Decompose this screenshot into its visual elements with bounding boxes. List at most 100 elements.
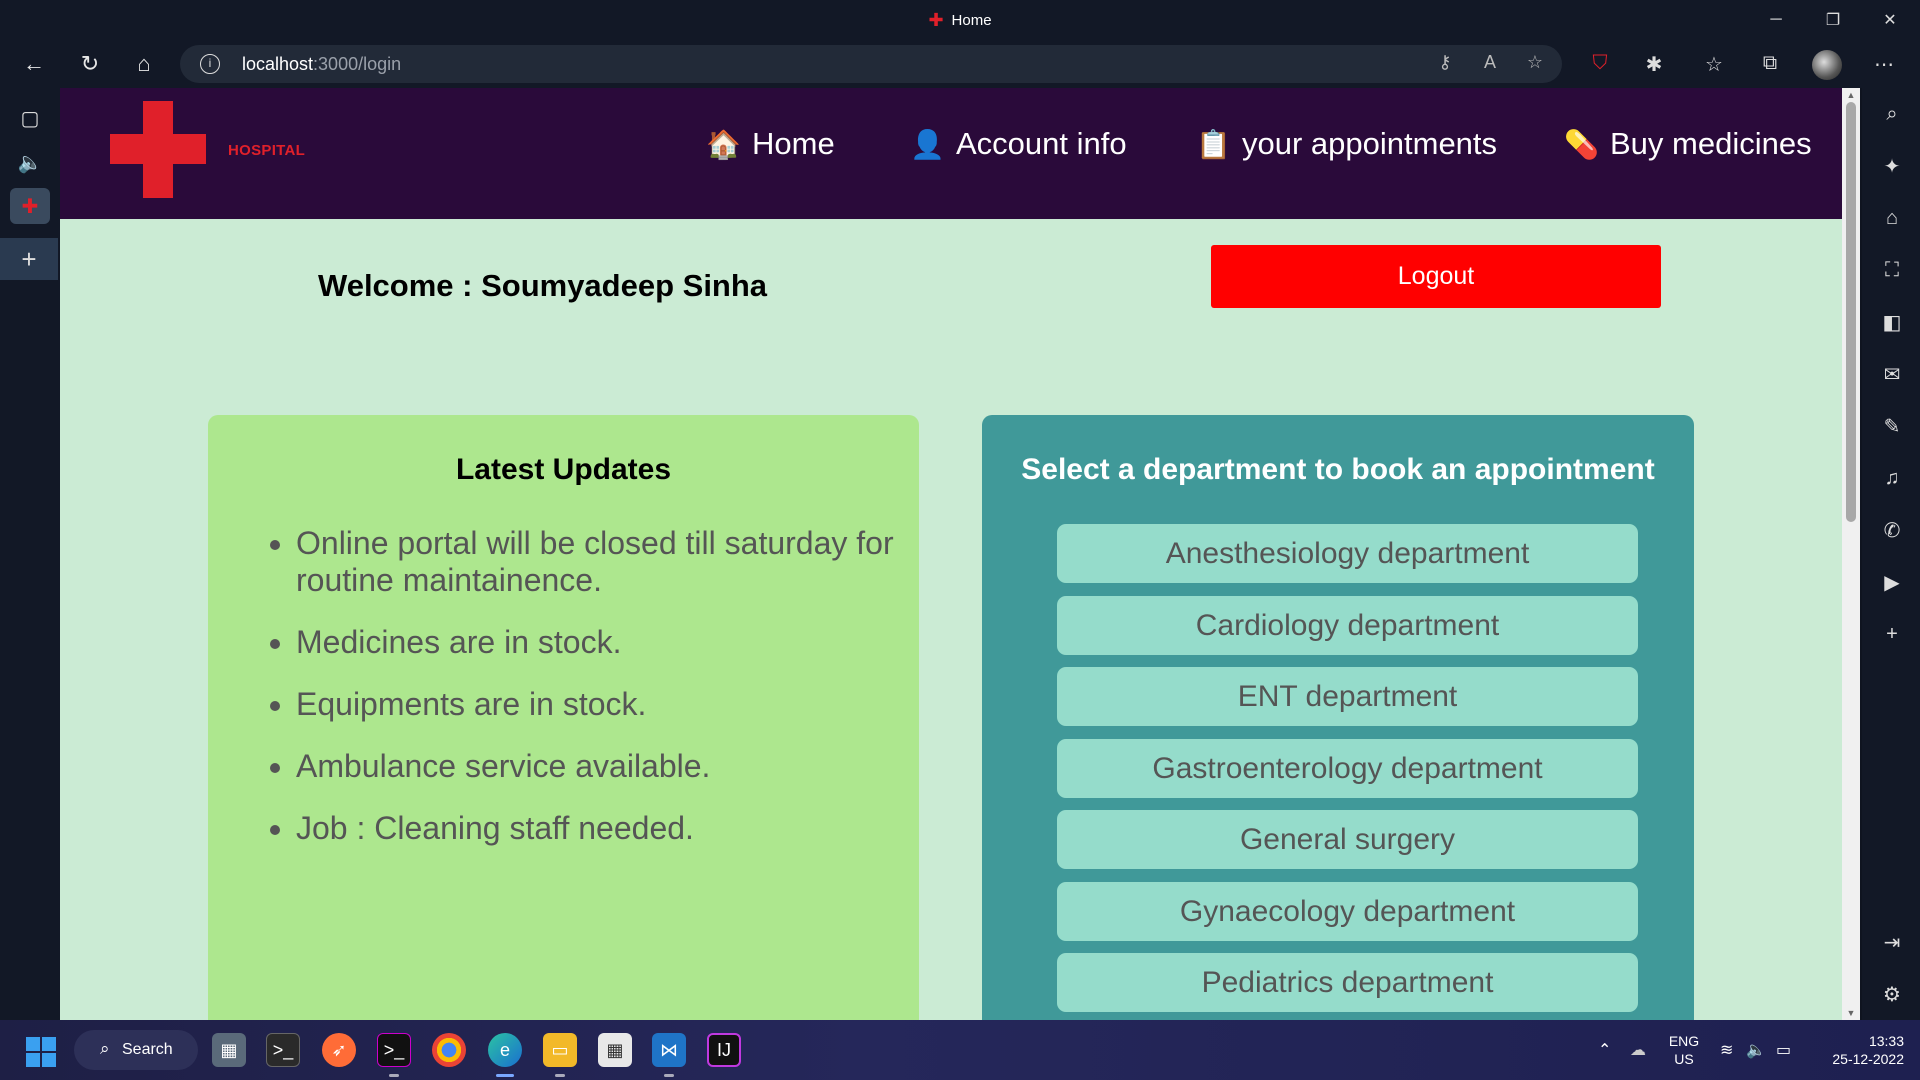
dept-gastroenterology-button[interactable]: Gastroenterology department (1057, 739, 1638, 798)
close-window-button[interactable]: ✕ (1862, 0, 1918, 40)
updates-heading: Latest Updates (455, 453, 672, 486)
calculator-app-icon[interactable]: ▦ (212, 1033, 246, 1067)
hide-sidebar-icon[interactable]: ⇥ (1876, 926, 1908, 958)
cloud-drive-icon[interactable]: ☁ (1630, 1040, 1646, 1060)
site-info-icon[interactable]: i (200, 54, 220, 74)
volume-icon[interactable]: 🔈 (1746, 1040, 1766, 1060)
speaker-icon[interactable]: 🔈 (10, 144, 50, 180)
running-indicator (555, 1074, 565, 1077)
dept-pediatrics-button[interactable]: Pediatrics department (1057, 953, 1638, 1012)
update-item: Equipments are in stock. (296, 686, 896, 723)
tools-icon[interactable]: ⛶ (1876, 254, 1908, 286)
key-icon[interactable]: ⚷ (1432, 52, 1458, 76)
add-favorite-icon[interactable]: ☆ (1522, 52, 1548, 76)
window-title: ✚ Home (0, 10, 1920, 31)
read-aloud-icon[interactable]: A (1477, 52, 1503, 76)
scrollbar-thumb[interactable] (1846, 102, 1856, 522)
url-text[interactable]: localhost:3000/login (242, 54, 401, 75)
tab-actions-icon[interactable]: ▢ (10, 100, 50, 136)
house-icon: 🏠 (706, 128, 741, 160)
minimize-button[interactable]: ─ (1748, 0, 1804, 40)
file-explorer-icon[interactable]: ▭ (543, 1033, 577, 1067)
microsoft-store-icon[interactable]: ▦ (598, 1033, 632, 1067)
whatsapp-icon[interactable]: ✆ (1876, 514, 1908, 546)
scroll-down-arrow-icon[interactable]: ▼ (1842, 1006, 1860, 1020)
profile-avatar[interactable] (1812, 50, 1842, 80)
clock[interactable]: 13:33 25-12-2022 (1812, 1032, 1904, 1068)
add-sidebar-app-icon[interactable]: + (1876, 618, 1908, 650)
youtube-icon[interactable]: ▶ (1876, 566, 1908, 598)
dept-cardiology-button[interactable]: Cardiology department (1057, 596, 1638, 655)
updates-list: Online portal will be closed till saturd… (296, 525, 896, 872)
notifications-icon[interactable]: ♫ (1876, 462, 1908, 494)
window-title-text: Home (951, 12, 992, 29)
logout-button[interactable]: Logout (1211, 245, 1661, 308)
more-menu-icon[interactable]: ⋯ (1870, 52, 1898, 78)
search-icon: ⌕ (100, 1039, 110, 1058)
latest-updates-panel: Latest Updates Online portal will be clo… (208, 415, 919, 1020)
drop-icon[interactable]: ✎ (1876, 410, 1908, 442)
chrome-app-icon[interactable] (432, 1033, 466, 1067)
active-tab-hospital[interactable]: ✚ (10, 188, 50, 224)
postman-app-icon[interactable]: ➶ (322, 1033, 356, 1067)
nav-appointments-label: your appointments (1242, 126, 1498, 161)
back-button[interactable]: ← (14, 46, 54, 82)
dept-general-surgery-button[interactable]: General surgery (1057, 810, 1638, 869)
dept-ent-button[interactable]: ENT department (1057, 667, 1638, 726)
favorites-icon[interactable]: ☆ (1700, 52, 1728, 78)
terminal-app-icon[interactable]: >_ (266, 1033, 300, 1067)
update-item: Job : Cleaning staff needed. (296, 810, 896, 847)
department-panel: Select a department to book an appointme… (982, 415, 1694, 1020)
nav-account-info-link[interactable]: 👤 Account info (910, 126, 1127, 162)
nav-home-label: Home (752, 126, 835, 161)
taskbar-search-label: Search (122, 1041, 173, 1058)
language-code: ENG (1668, 1033, 1700, 1049)
nav-buy-medicines-link[interactable]: 💊 Buy medicines (1564, 126, 1812, 162)
shopping-tag-icon[interactable]: ⌂ (1876, 202, 1908, 234)
discover-icon[interactable]: ✦ (1876, 150, 1908, 182)
nav-appointments-link[interactable]: 📋 your appointments (1196, 126, 1497, 162)
office-icon[interactable]: ◧ (1876, 306, 1908, 338)
ublock-extension-icon[interactable]: ⛉ (1586, 52, 1614, 78)
person-icon: 👤 (910, 128, 945, 160)
taskbar-search-button[interactable]: ⌕ Search (74, 1030, 198, 1070)
update-item: Online portal will be closed till saturd… (296, 525, 896, 599)
clock-date: 25-12-2022 (1832, 1051, 1904, 1067)
search-icon[interactable]: ⌕ (1876, 98, 1908, 130)
vertical-tabs-sidebar: ▢ 🔈 ✚ + (0, 88, 60, 1020)
restore-button[interactable]: ❐ (1805, 0, 1861, 40)
nav-account-label: Account info (956, 126, 1127, 161)
home-button[interactable]: ⌂ (124, 46, 164, 82)
windows-start-icon[interactable] (26, 1037, 56, 1067)
collections-icon[interactable]: ⧉ (1756, 52, 1784, 78)
refresh-button[interactable]: ↻ (70, 46, 110, 82)
nav-home-link[interactable]: 🏠 Home (706, 126, 835, 162)
clipboard-icon: 📋 (1196, 128, 1231, 160)
vscode-app-icon[interactable]: ⋈ (652, 1033, 686, 1067)
url-host: localhost (242, 54, 314, 74)
jetbrains-toolbox-icon[interactable]: >_ (377, 1033, 411, 1067)
window-titlebar: ✚ Home ─ ❐ ✕ (0, 0, 1920, 40)
battery-icon[interactable]: ▭ (1776, 1040, 1791, 1060)
edge-app-icon[interactable]: e (488, 1033, 522, 1067)
page-scrollbar[interactable]: ▲ ▼ (1842, 88, 1860, 1020)
edge-sidebar: ⌕ ✦ ⌂ ⛶ ◧ ✉ ✎ ♫ ✆ ▶ + ⇥ ⚙ (1862, 88, 1920, 1020)
logo-cross-bar[interactable] (110, 134, 206, 164)
logo-text[interactable]: HOSPITAL (228, 142, 305, 159)
address-bar[interactable]: i localhost:3000/login ⚷ A ☆ (180, 45, 1562, 83)
url-path: :3000/login (313, 54, 402, 74)
extensions-icon[interactable]: ✱ (1640, 52, 1668, 78)
wifi-icon[interactable]: ≋ (1720, 1040, 1733, 1060)
scroll-up-arrow-icon[interactable]: ▲ (1842, 88, 1860, 102)
new-tab-button[interactable]: + (0, 238, 58, 280)
outlook-icon[interactable]: ✉ (1876, 358, 1908, 390)
settings-gear-icon[interactable]: ⚙ (1876, 978, 1908, 1010)
language-indicator[interactable]: ENG US (1666, 1032, 1702, 1068)
windows-taskbar: ⌕ Search ▦ >_ ➶ >_ e ▭ ▦ ⋈ IJ ⌃ ☁ ENG US… (0, 1020, 1920, 1080)
dept-anesthesiology-button[interactable]: Anesthesiology department (1057, 524, 1638, 583)
update-item: Medicines are in stock. (296, 624, 896, 661)
dept-gynaecology-button[interactable]: Gynaecology department (1057, 882, 1638, 941)
show-hidden-icons-chevron-icon[interactable]: ⌃ (1598, 1040, 1611, 1060)
intellij-app-icon[interactable]: IJ (707, 1033, 741, 1067)
department-heading: Select a department to book an appointme… (1021, 453, 1655, 486)
